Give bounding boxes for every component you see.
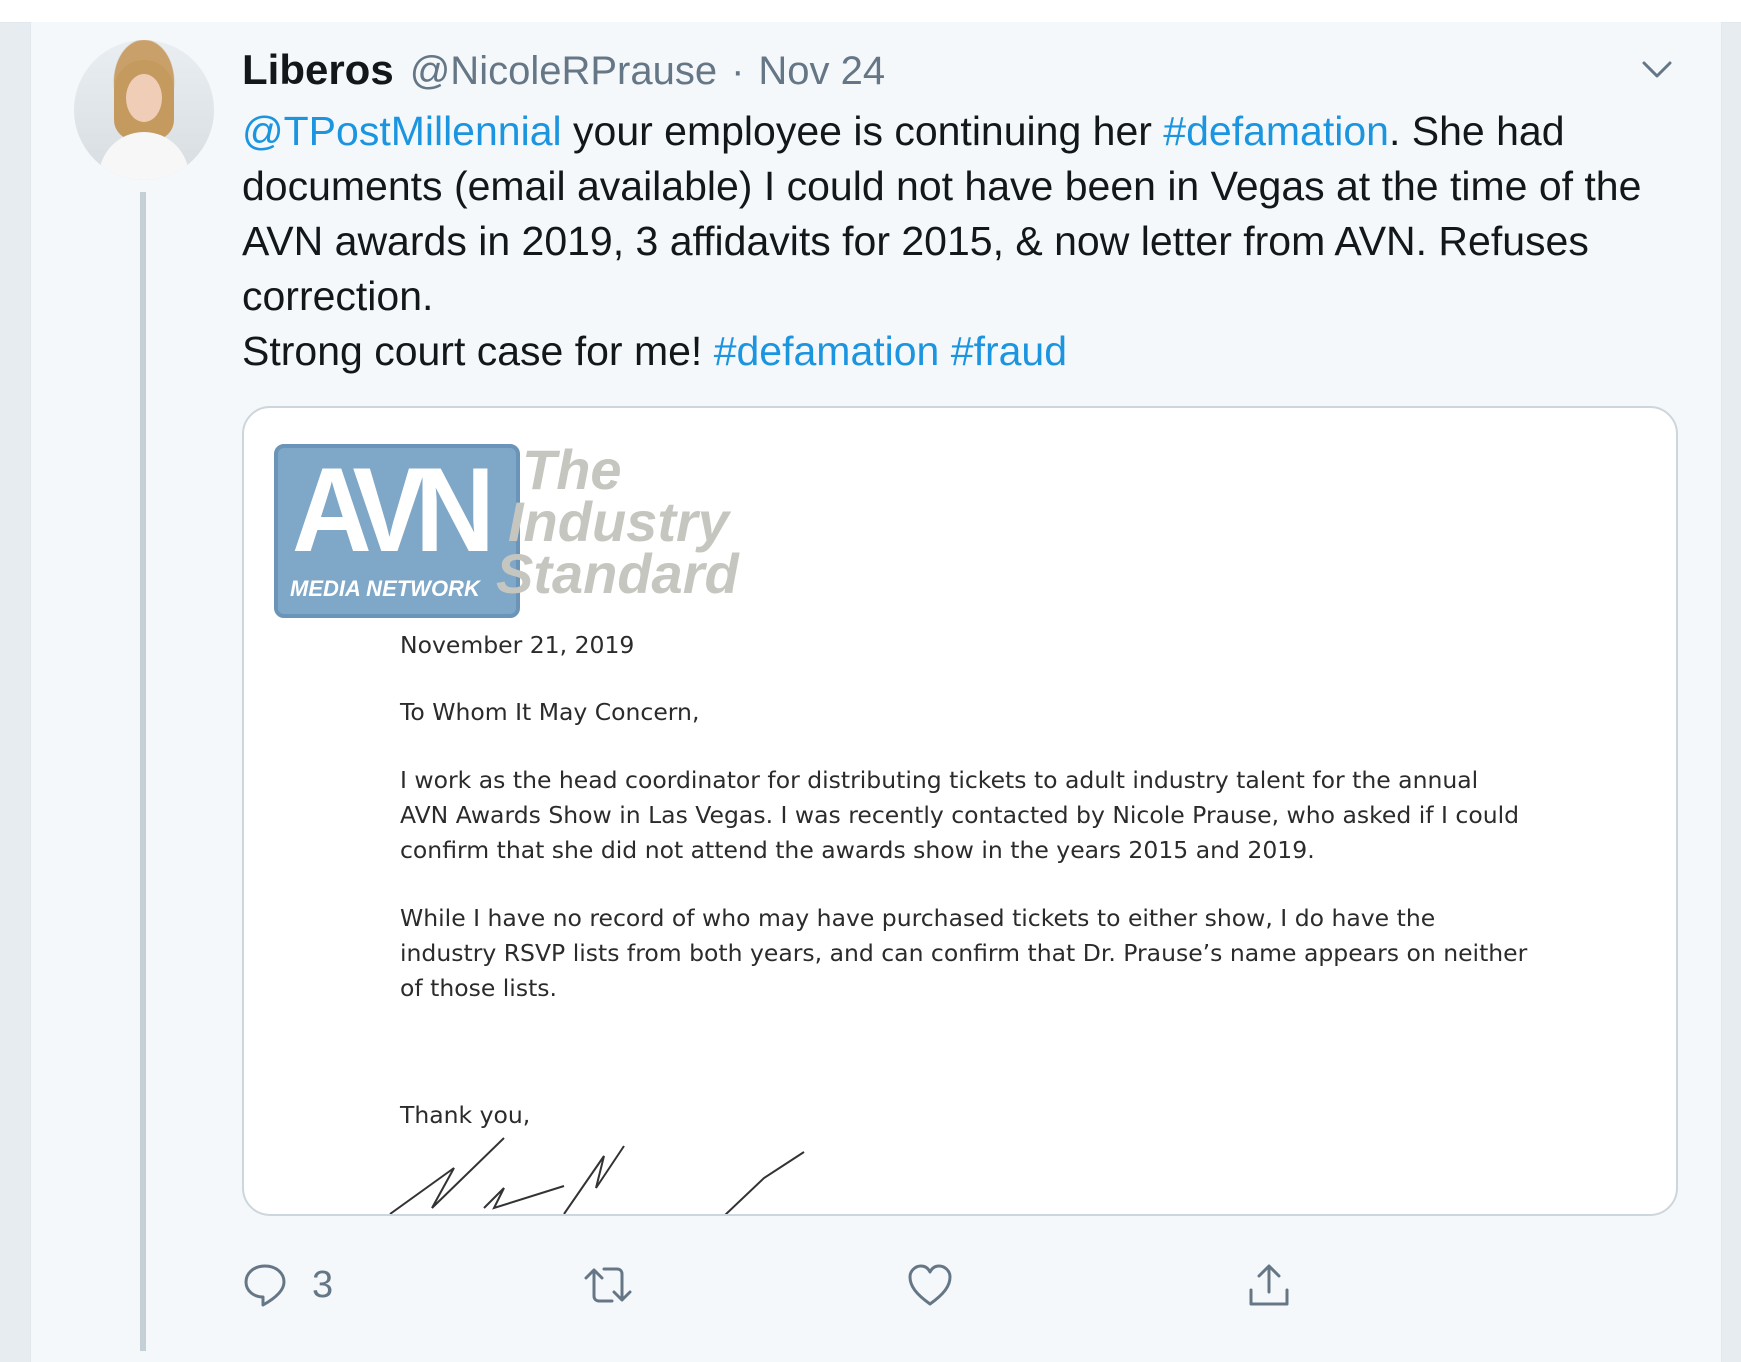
hashtag-link-defamation-2[interactable]: #defamation xyxy=(714,328,940,374)
tagline-line: The xyxy=(522,438,622,501)
letter-body: November 21, 2019 To Whom It May Concern… xyxy=(400,628,1530,1166)
thread-line xyxy=(140,192,146,1351)
avatar[interactable] xyxy=(74,40,214,180)
tweet-text-part1: your employee is continuing her xyxy=(561,108,1164,154)
avatar-face xyxy=(126,74,162,122)
chevron-down-icon[interactable] xyxy=(1640,52,1674,86)
previous-tweet-edge xyxy=(0,0,1741,23)
retweet-button[interactable] xyxy=(582,1262,634,1308)
reply-button[interactable]: 3 xyxy=(242,1262,333,1308)
tweet-text-part3: Strong court case for me! xyxy=(242,328,714,374)
user-handle[interactable]: @NicoleRPrause xyxy=(410,49,717,94)
separator-dot: · xyxy=(731,49,745,93)
tweet-text-space xyxy=(939,328,950,374)
reply-count: 3 xyxy=(312,1263,334,1306)
tweet-date[interactable]: Nov 24 xyxy=(758,49,885,94)
share-icon xyxy=(1249,1264,1289,1306)
avn-logo: AVN MEDIA NETWORK xyxy=(274,444,520,618)
tweet-header: Liberos @NicoleRPrause · Nov 24 xyxy=(242,46,885,96)
display-name[interactable]: Liberos xyxy=(242,46,394,94)
avatar-shirt xyxy=(99,132,189,180)
letter-salutation: To Whom It May Concern, xyxy=(400,698,700,726)
reply-icon xyxy=(244,1264,286,1307)
like-icon xyxy=(908,1264,952,1306)
letter-paragraph: While I have no record of who may have p… xyxy=(400,904,1528,1002)
hashtag-link-fraud[interactable]: #fraud xyxy=(951,328,1067,374)
tagline-line: Industry xyxy=(508,490,729,553)
like-button[interactable] xyxy=(906,1262,954,1308)
mention-link[interactable]: @TPostMillennial xyxy=(242,108,562,154)
logo-text: AVN xyxy=(292,443,495,577)
logo-tagline: The Industry Standard xyxy=(496,438,739,605)
logo-subtext: MEDIA NETWORK xyxy=(290,576,480,601)
share-button[interactable] xyxy=(1246,1262,1292,1308)
tweet-media-image[interactable]: AVN MEDIA NETWORK The Industry Standard … xyxy=(242,406,1678,1216)
tweet-text: @TPostMillennial your employee is contin… xyxy=(242,104,1682,379)
retweet-icon xyxy=(584,1267,632,1303)
signature xyxy=(389,1137,805,1214)
letter-paragraph: I work as the head coordinator for distr… xyxy=(400,766,1520,864)
hashtag-link-defamation[interactable]: #defamation xyxy=(1163,108,1389,154)
tweet-actions: 3 xyxy=(242,1262,1672,1322)
letter-date: November 21, 2019 xyxy=(400,631,635,659)
tagline-line: Standard xyxy=(496,542,739,605)
